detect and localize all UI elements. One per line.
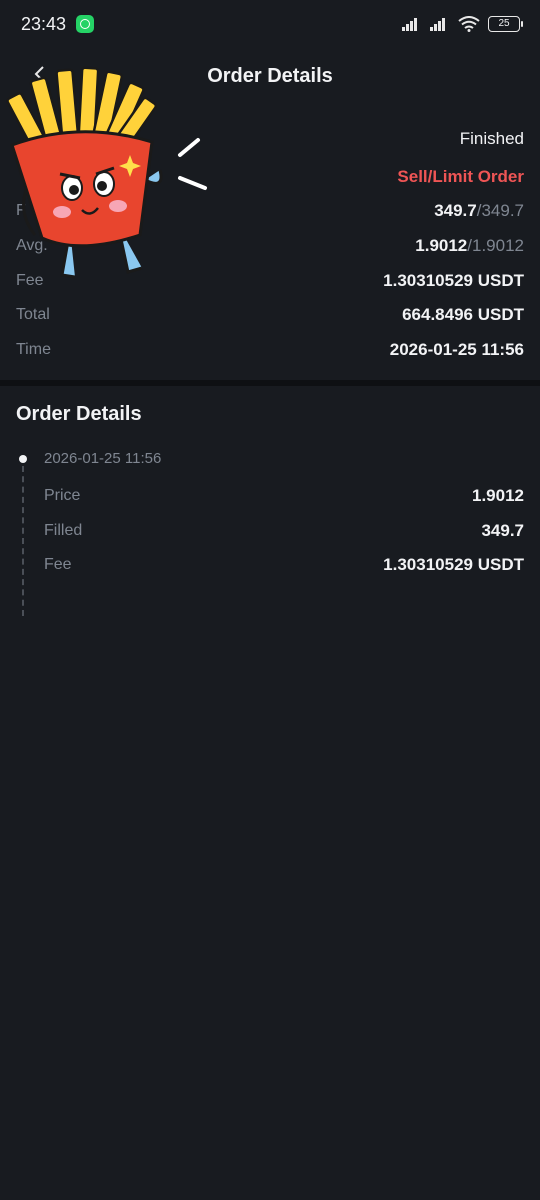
status-bar: 23:43 25 [0, 0, 540, 50]
status-time: 23:43 [21, 14, 67, 34]
total-label: Total [16, 306, 50, 323]
detail-value: 1.30310529 USDT [383, 555, 524, 574]
time-value: 2026-01-25 11:56 [389, 340, 524, 359]
signal-icon [402, 17, 422, 31]
signal-icon [430, 17, 450, 31]
detail-label: Fee [44, 556, 72, 573]
status-value: Finished [459, 129, 524, 148]
detail-value: 1.9012 [472, 486, 524, 505]
filled-total: /349.7 [476, 201, 524, 220]
fee-value: 1.30310529 USDT [383, 271, 524, 290]
status-icons: 25 [402, 14, 523, 34]
time-row: Time 2026-01-25 11:56 [16, 333, 524, 367]
total-row: Total 664.8496 USDT [16, 298, 524, 332]
avg-amount: 1.9012 [415, 236, 468, 255]
detail-value: 349.7 [481, 521, 524, 540]
timeline-line [22, 466, 24, 616]
filled-amount: 349.7 [434, 201, 477, 220]
avg-total: /1.9012 [467, 236, 524, 255]
detail-row: Price 1.9012 [44, 479, 524, 513]
whatsapp-icon [76, 15, 94, 33]
wifi-icon [458, 16, 480, 32]
section-title: Order Details [16, 403, 142, 425]
filled-value: 349.7/349.7 [434, 201, 524, 221]
battery-level: 25 [498, 18, 510, 29]
side-value: Sell/Limit Order [397, 167, 524, 186]
detail-label: Filled [44, 522, 83, 539]
detail-label: Price [44, 487, 81, 504]
detail-row: Filled 349.7 [44, 514, 524, 548]
total-value: 664.8496 USDT [402, 305, 524, 324]
timeline-timestamp: 2026-01-25 11:56 [44, 450, 162, 467]
timeline-dot [19, 455, 27, 463]
fries-sticker [6, 66, 207, 279]
time-label: Time [16, 341, 51, 358]
section-divider [0, 380, 540, 386]
battery-icon: 25 [488, 16, 523, 32]
detail-row: Fee 1.30310529 USDT [44, 548, 524, 582]
avg-value: 1.9012/1.9012 [415, 236, 524, 256]
